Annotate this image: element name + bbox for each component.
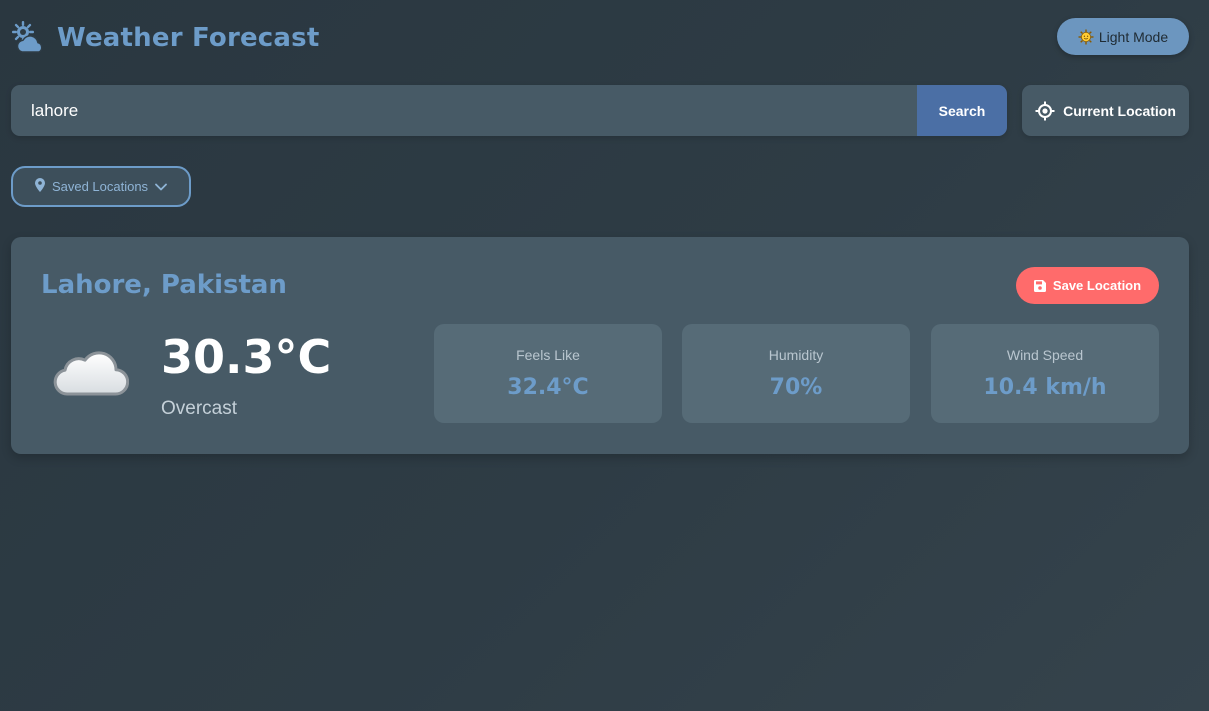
search-box: Search [11,85,1007,136]
search-bar: Search Current Location [11,85,1189,136]
current-location-label: Current Location [1063,102,1176,119]
wind-speed-label: Wind Speed [1006,347,1084,363]
header: Weather Forecast Light Mode [11,18,1189,58]
saved-locations-dropdown[interactable]: Saved Locations [11,166,191,207]
current-location-button[interactable]: Current Location [1022,85,1189,136]
sun-icon [1078,29,1094,45]
save-location-label: Save Location [1052,278,1142,293]
sun-behind-cloud-icon [11,20,47,56]
floppy-disk-icon [1033,279,1046,292]
wind-speed-card: Wind Speed 10.4 km/h [931,324,1159,423]
search-input[interactable] [11,85,917,136]
weather-card: Lahore, Pakistan Save Location 30.3°C Ov… [11,237,1189,454]
temperature: 30.3°C [161,330,332,384]
saved-locations-label: Saved Locations [51,179,149,194]
humidity-card: Humidity 70% [682,324,910,423]
feels-like-card: Feels Like 32.4°C [434,324,662,423]
crosshair-icon [1035,101,1055,121]
chevron-down-icon [155,179,167,194]
theme-toggle-label: Light Mode [1098,28,1169,45]
weather-condition: Overcast [161,398,238,419]
feels-like-value: 32.4°C [507,375,589,400]
page-title: Weather Forecast [57,23,320,53]
wind-speed-value: 10.4 km/h [983,375,1107,400]
app-title: Weather Forecast [11,18,319,58]
feels-like-label: Feels Like [516,347,580,363]
city-name: Lahore, Pakistan [41,270,287,300]
humidity-value: 70% [769,375,823,400]
humidity-label: Humidity [768,347,824,363]
search-button[interactable]: Search [917,85,1007,136]
map-pin-icon [34,178,45,195]
theme-toggle-button[interactable]: Light Mode [1057,18,1189,55]
cloud-icon [51,344,130,400]
save-location-button[interactable]: Save Location [1016,267,1159,304]
